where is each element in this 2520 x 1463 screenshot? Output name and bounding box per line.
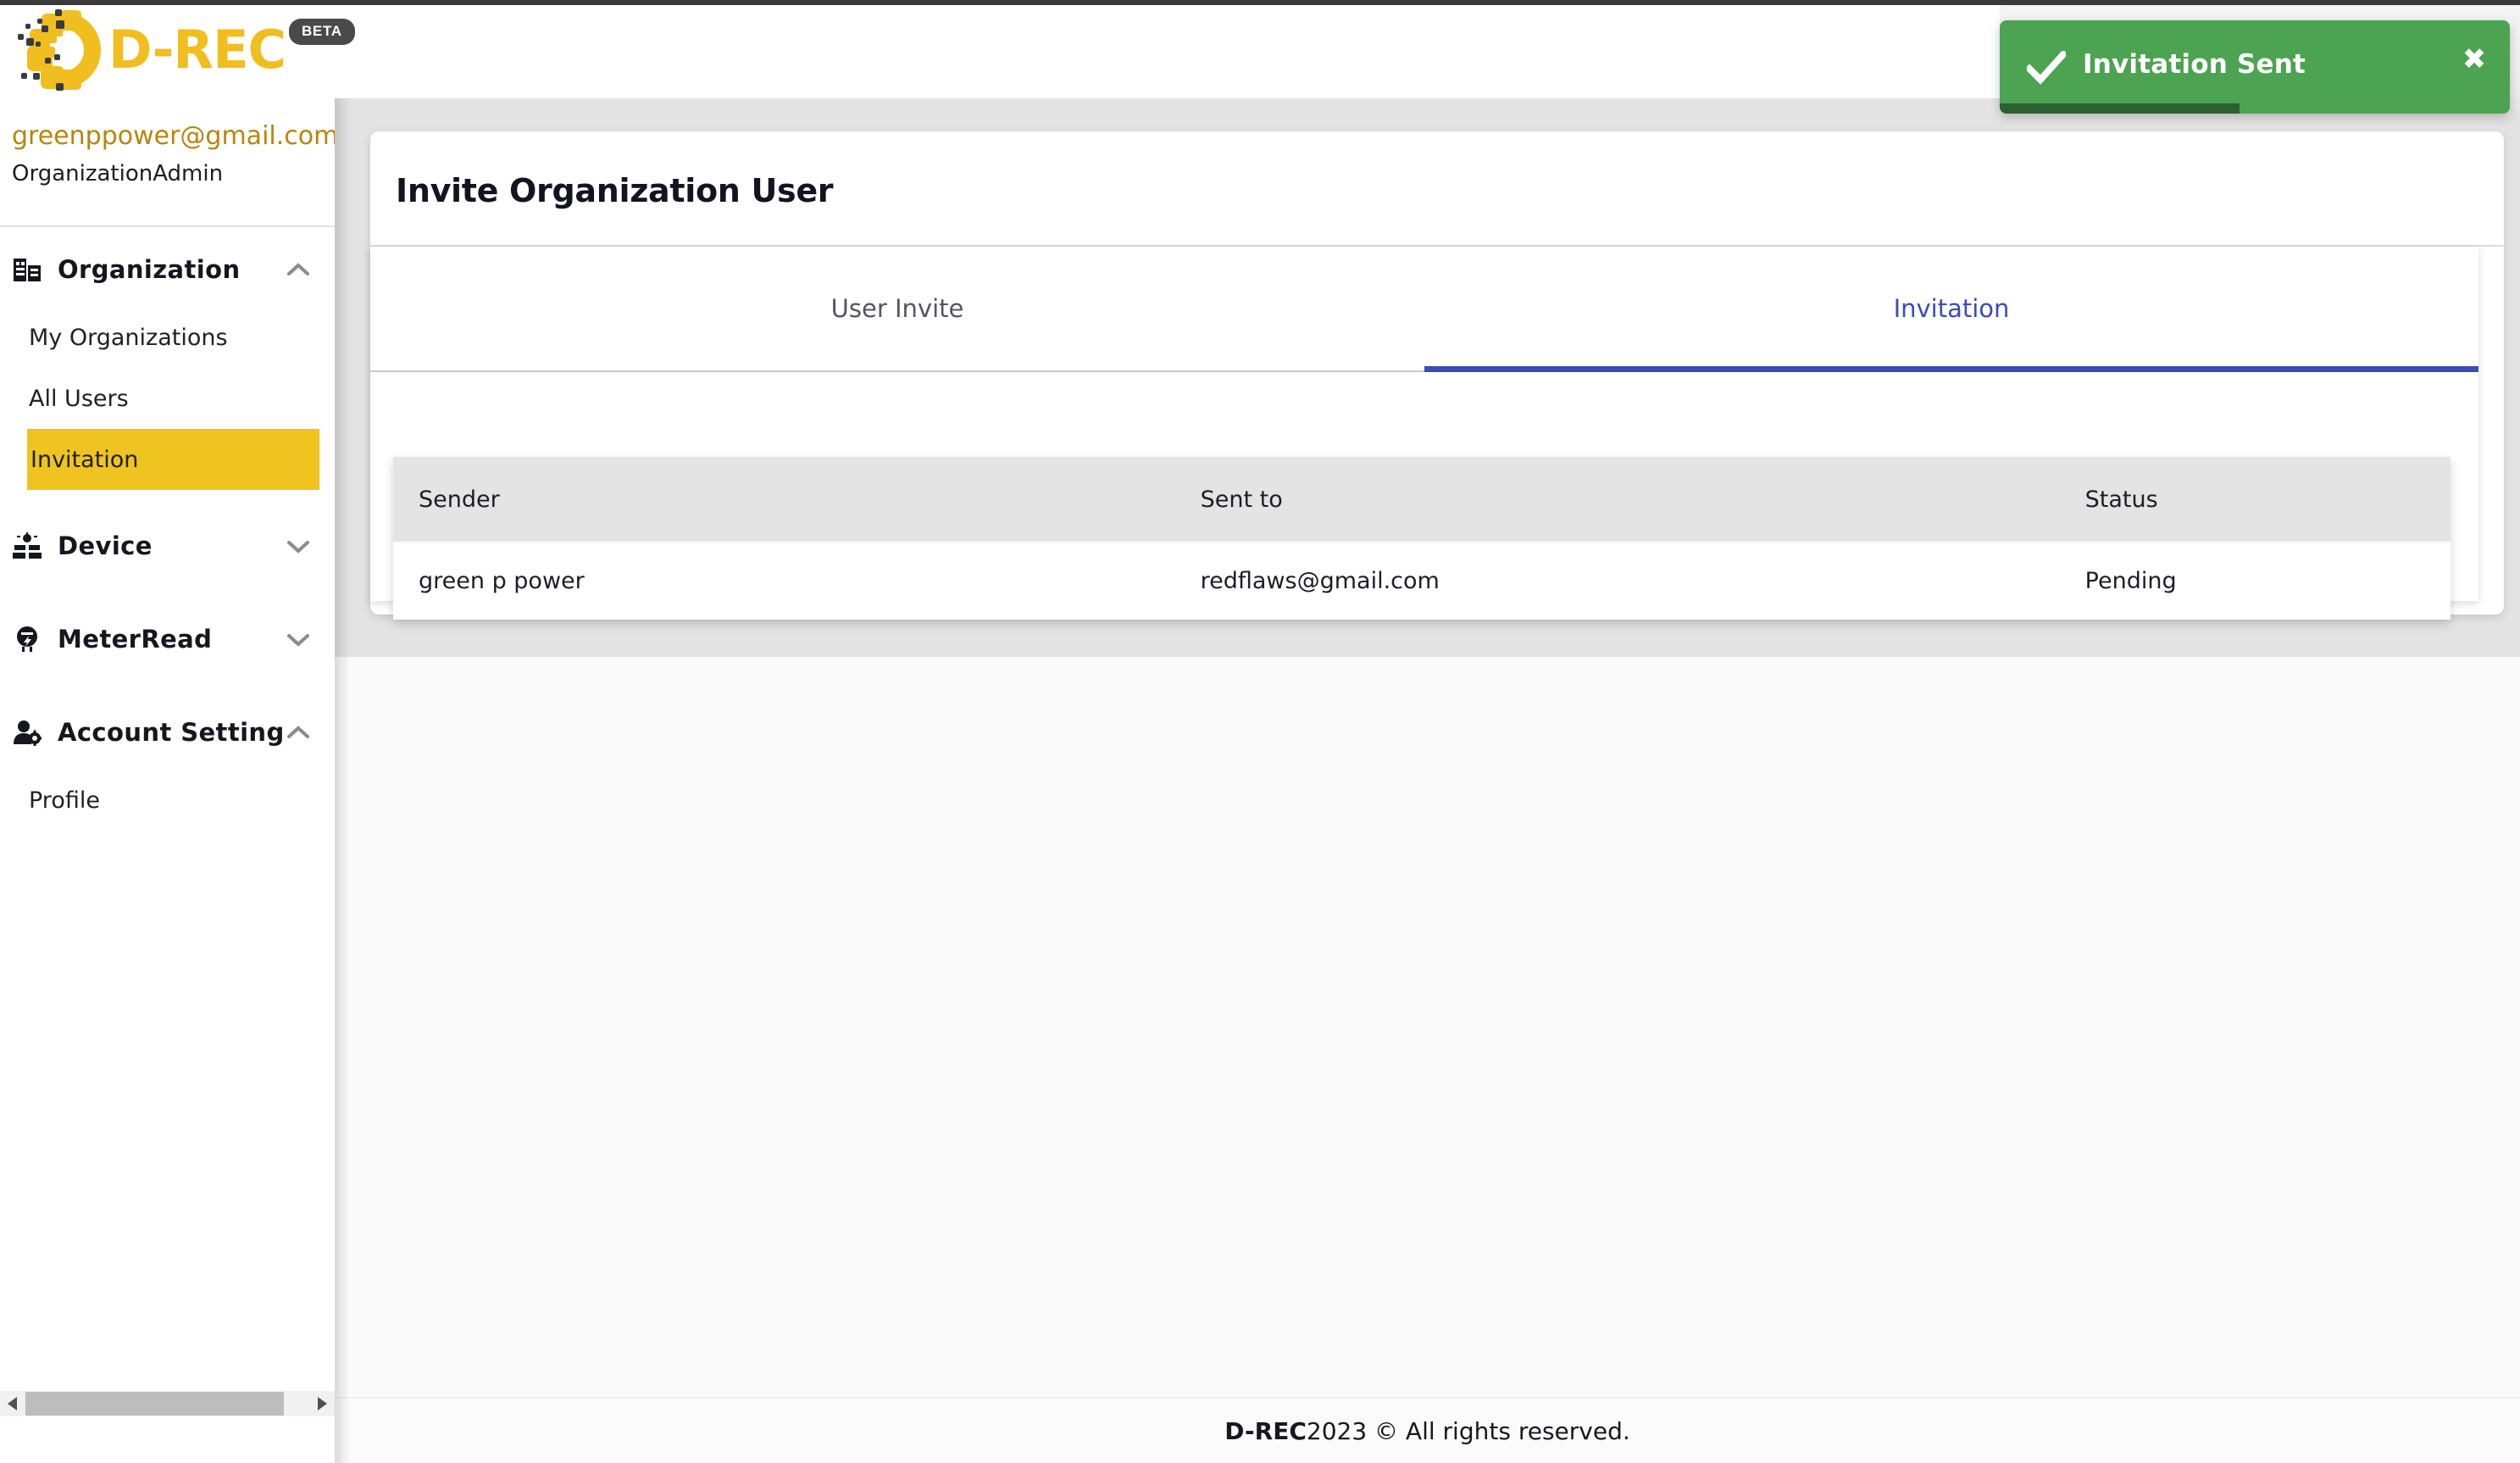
beta-badge: BETA xyxy=(288,18,355,45)
electric-meter-icon xyxy=(12,624,42,654)
sidebar-item-label: All Users xyxy=(29,385,129,412)
status-badge: Pending xyxy=(2059,542,2451,620)
drec-logo-icon xyxy=(18,9,101,91)
sidebar-group-label: MeterRead xyxy=(58,625,213,654)
sidebar-item-label: Invitation xyxy=(31,446,139,473)
table-head: Sender Sent to Status xyxy=(393,457,2451,542)
footer-text: 2023 © All rights reserved. xyxy=(1306,1416,1630,1445)
check-icon xyxy=(2027,51,2066,85)
invitation-table: Sender Sent to Status green p power redf… xyxy=(393,457,2451,620)
sidebar-item-profile[interactable]: Profile xyxy=(0,770,335,831)
organization-building-icon xyxy=(12,254,42,285)
sidebar-item-label: Profile xyxy=(29,787,100,814)
chevron-down-icon[interactable] xyxy=(286,537,311,554)
tab-user-invite[interactable]: User Invite xyxy=(370,247,1424,370)
tab-invitation[interactable]: Invitation xyxy=(1424,247,2478,372)
cell-sent-to: redflaws@gmail.com xyxy=(1174,542,2060,620)
scrollbar-thumb[interactable] xyxy=(25,1392,284,1416)
brand-name: D-REC xyxy=(108,19,286,81)
sidebar-item-label: My Organizations xyxy=(29,324,228,351)
sidebar-shadow xyxy=(335,98,350,1463)
solar-panel-icon xyxy=(12,531,42,561)
close-icon[interactable]: ✖ xyxy=(2459,44,2489,75)
sidebar-user-block: greenppower@gmail.com OrganizationAdmin xyxy=(0,98,335,227)
sidebar-item-all-users[interactable]: All Users xyxy=(0,368,335,429)
column-header-sent-to: Sent to xyxy=(1200,486,1283,513)
invite-organization-user-card: Invite Organization User User Invite Inv… xyxy=(370,131,2504,620)
tab-label: Invitation xyxy=(1893,294,2010,323)
sidebar-item-invitation[interactable]: Invitation xyxy=(27,429,319,490)
toast-progress-bar xyxy=(2000,103,2240,114)
cell-sender: green p power xyxy=(393,542,1175,620)
chevron-up-icon[interactable] xyxy=(286,724,311,741)
tab-list: User Invite Invitation xyxy=(370,247,2478,372)
user-email: greenppower@gmail.com xyxy=(12,121,335,151)
table-header-row: Sender Sent to Status xyxy=(393,457,2451,542)
sidebar-item-my-organizations[interactable]: My Organizations xyxy=(0,307,335,368)
sidebar-group-label: Account Setting xyxy=(58,718,285,747)
sidebar-group-meterread[interactable]: MeterRead xyxy=(0,602,335,676)
column-header-status: Status xyxy=(2084,486,2158,513)
toast-message: Invitation Sent xyxy=(2083,49,2306,80)
toast-notification[interactable]: Invitation Sent ✖ xyxy=(2000,20,2510,114)
invitation-table-container: Sender Sent to Status green p power redf… xyxy=(393,457,2451,620)
sidebar-nav: Organization My Organizations All Users … xyxy=(0,227,335,831)
scrollbar-track[interactable] xyxy=(284,1392,309,1416)
brand-logo[interactable]: D-REC BETA xyxy=(14,8,358,92)
triangle-left-icon[interactable] xyxy=(0,1391,25,1416)
tabs-panel: User Invite Invitation Sender Sent to St… xyxy=(370,247,2478,620)
tab-label: User Invite xyxy=(830,294,964,323)
user-role: OrganizationAdmin xyxy=(12,161,224,186)
user-gear-icon xyxy=(12,717,42,748)
triangle-right-icon[interactable] xyxy=(309,1391,335,1416)
table-row[interactable]: green p power redflaws@gmail.com Pending xyxy=(393,542,2451,620)
sidebar: greenppower@gmail.com OrganizationAdmin … xyxy=(0,98,335,1463)
column-header-sender: Sender xyxy=(419,486,500,513)
sidebar-group-organization[interactable]: Organization xyxy=(0,232,335,307)
page-background-lower xyxy=(335,657,2520,1399)
chevron-up-icon[interactable] xyxy=(286,261,311,278)
footer-brand: D-REC xyxy=(1224,1416,1307,1445)
sidebar-group-device[interactable]: Device xyxy=(0,509,335,583)
table-body: green p power redflaws@gmail.com Pending xyxy=(393,542,2451,620)
sidebar-horizontal-scrollbar[interactable] xyxy=(0,1391,335,1416)
page-title: Invite Organization User xyxy=(396,172,834,209)
sidebar-group-label: Organization xyxy=(58,255,241,284)
sidebar-group-label: Device xyxy=(58,531,153,560)
page-footer: D-REC 2023 © All rights reserved. xyxy=(335,1397,2520,1463)
chevron-down-icon[interactable] xyxy=(286,631,311,648)
sidebar-group-account-setting[interactable]: Account Setting xyxy=(0,695,335,770)
